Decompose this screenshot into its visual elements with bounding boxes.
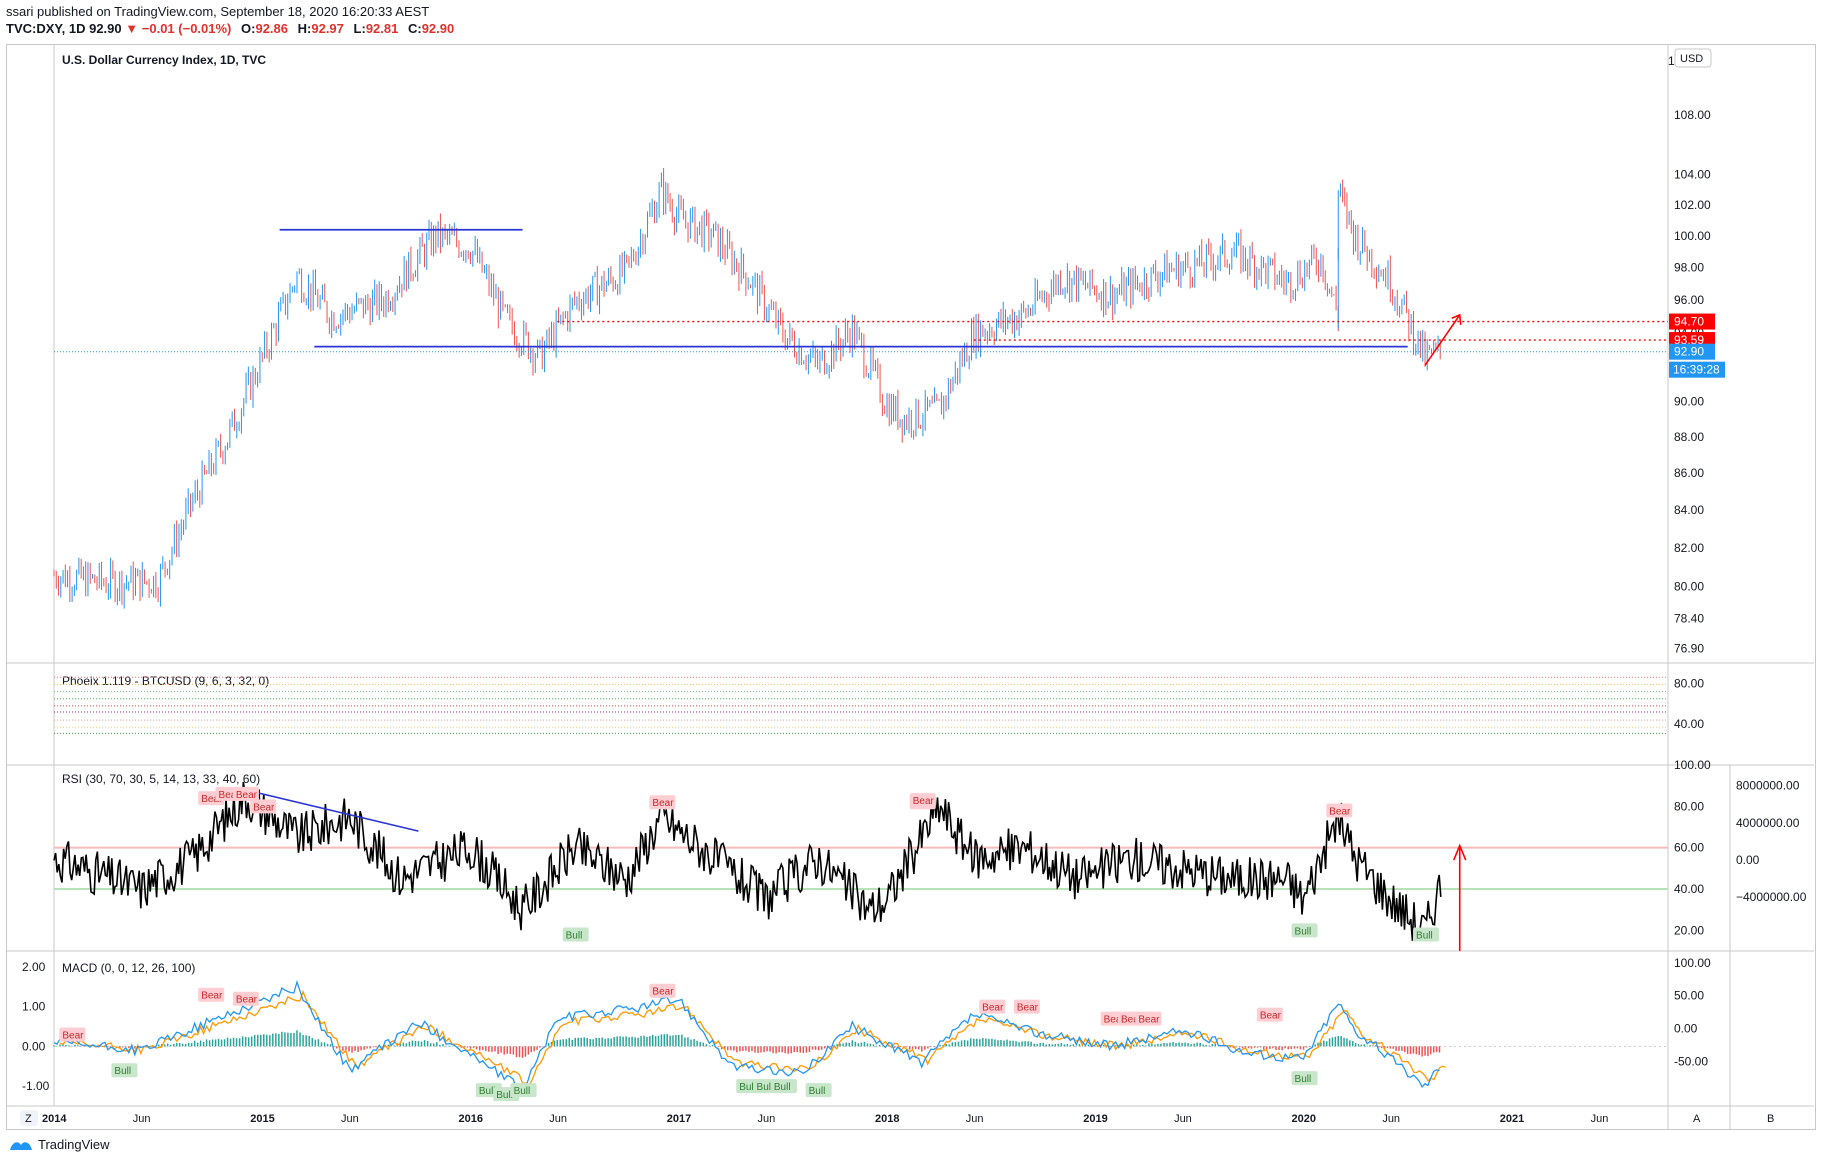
macd-signal-label: Bear [236,995,258,1006]
phoeix-tick-label: 40.00 [1674,717,1704,731]
level-label: 94.70 [1674,315,1704,329]
footer-brand: TradingView [38,1137,110,1152]
macd-tick-left: -1.00 [22,1079,50,1093]
time-tick-label: 2019 [1083,1113,1107,1125]
time-tick-label: 2017 [667,1113,691,1125]
rsi-signal-label: Bull [1295,926,1312,937]
macd-signal-label: Bear [1260,1011,1282,1022]
macd-signal-label: Bull [479,1086,496,1097]
chart-title: U.S. Dollar Currency Index, 1D, TVC [62,53,266,67]
price-tick-label: 88.00 [1674,430,1704,444]
macd-signal-label: Bull [496,1090,513,1101]
time-tick-label: Jun [1591,1113,1609,1125]
macd-signal-label: Bull [1295,1074,1312,1085]
currency-badge-label: USD [1680,53,1703,65]
time-tick-label: 2015 [250,1113,274,1125]
macd-signal-label: Bull [809,1086,826,1097]
time-tick-label: Jun [133,1113,151,1125]
rsi-signal-label: Bear [652,798,674,809]
price-tick-label: 90.00 [1674,395,1704,409]
macd-signal-label: Bear [201,991,223,1002]
rsi-tick-label: 40.00 [1674,882,1704,896]
macd-signal-label: Bull [739,1082,756,1093]
price-tick-label: 78.40 [1674,611,1704,625]
macd-signal-label: Bear [652,987,674,998]
macd-tick-right: 50.00 [1674,989,1704,1003]
macd-signal-label: Bear [62,1030,84,1041]
price-tick-label: 1 [1668,54,1675,68]
log-scale-button: B [1767,1113,1774,1125]
time-tick-label: Jun [758,1113,776,1125]
price-tick-label: 102.00 [1674,198,1711,212]
price-tick-label: 96.00 [1674,293,1704,307]
indicator-title: RSI (30, 70, 30, 5, 14, 13, 33, 40, 60) [62,772,260,786]
volume-tick-label: 8000000.00 [1736,779,1800,793]
price-tick-label: 84.00 [1674,503,1704,517]
macd-signal-label: Bear [1017,1003,1039,1014]
price-tick-label: 86.00 [1674,466,1704,480]
volume-tick-label: −4000000.00 [1736,890,1807,904]
time-tick-label: Jun [1174,1113,1192,1125]
auto-scale-button: A [1693,1113,1701,1125]
time-tick-label: 2016 [459,1113,483,1125]
macd-signal-label: Bear [982,1003,1004,1014]
macd-signal-label: Bull [514,1086,531,1097]
tradingview-footer: TradingView [8,1137,110,1152]
macd-tick-left: 1.00 [22,1000,46,1014]
macd-signal-label: Bear [1138,1015,1160,1026]
indicator-title: Phoeix 1.119 - BTCUSD (9, 6, 3, 32, 0) [62,674,269,688]
macd-signal-line [59,989,1446,1087]
price-tick-label: 98.00 [1674,261,1704,275]
time-tick-label: 2021 [1500,1113,1524,1125]
phoeix-tick-label: 80.00 [1674,676,1704,690]
price-tick-label: 76.90 [1674,642,1704,656]
zoom-reset-label: Z [25,1113,32,1125]
macd-tick-left: 2.00 [22,960,46,974]
price-tick-label: 108.00 [1674,108,1711,122]
macd-signal-label: Bull [114,1066,131,1077]
rsi-tick-label: 20.00 [1674,923,1704,937]
time-tick-label: Jun [1382,1113,1400,1125]
rsi-signal-label: Bear [253,802,275,813]
volume-tick-label: 0.00 [1736,853,1760,867]
rsi-tick-label: 80.00 [1674,799,1704,813]
time-tick-label: Jun [549,1113,567,1125]
macd-tick-right: 100.00 [1674,956,1711,970]
chart-canvas[interactable]: U.S. Dollar Currency Index, 1D, TVC 108.0… [0,0,1821,1163]
countdown-label: 16:39:28 [1673,363,1720,377]
price-tick-label: 80.00 [1674,580,1704,594]
price-tick-label: 104.00 [1674,167,1711,181]
indicator-title: MACD (0, 0, 12, 26, 100) [62,961,195,975]
macd-line [53,979,1440,1094]
rsi-signal-label: Bull [566,930,583,941]
time-tick-label: Jun [341,1113,359,1125]
time-tick-label: Jun [966,1113,984,1125]
time-tick-label: 2014 [42,1113,67,1125]
price-tick-label: 100.00 [1674,229,1711,243]
tradingview-logo-icon [10,1141,32,1150]
rsi-signal-label: Bear [913,796,935,807]
rsi-signal-label: Bear [236,790,258,801]
rsi-tick-label: 100.00 [1674,758,1711,772]
volume-tick-label: 4000000.00 [1736,816,1800,830]
macd-tick-right: -50.00 [1674,1054,1708,1068]
rsi-signal-label: Bear [1329,806,1351,817]
macd-tick-left: 0.00 [22,1039,46,1053]
macd-tick-right: 0.00 [1674,1022,1698,1036]
price-tick-label: 82.00 [1674,541,1704,555]
time-tick-label: 2018 [875,1113,899,1125]
time-tick-label: 2020 [1292,1113,1316,1125]
macd-signal-label: Bull [757,1082,774,1093]
rsi-tick-label: 60.00 [1674,841,1704,855]
last-price-label: 92.90 [1674,345,1704,359]
rsi-signal-label: Bull [1416,930,1433,941]
macd-signal-label: Bull [774,1082,791,1093]
